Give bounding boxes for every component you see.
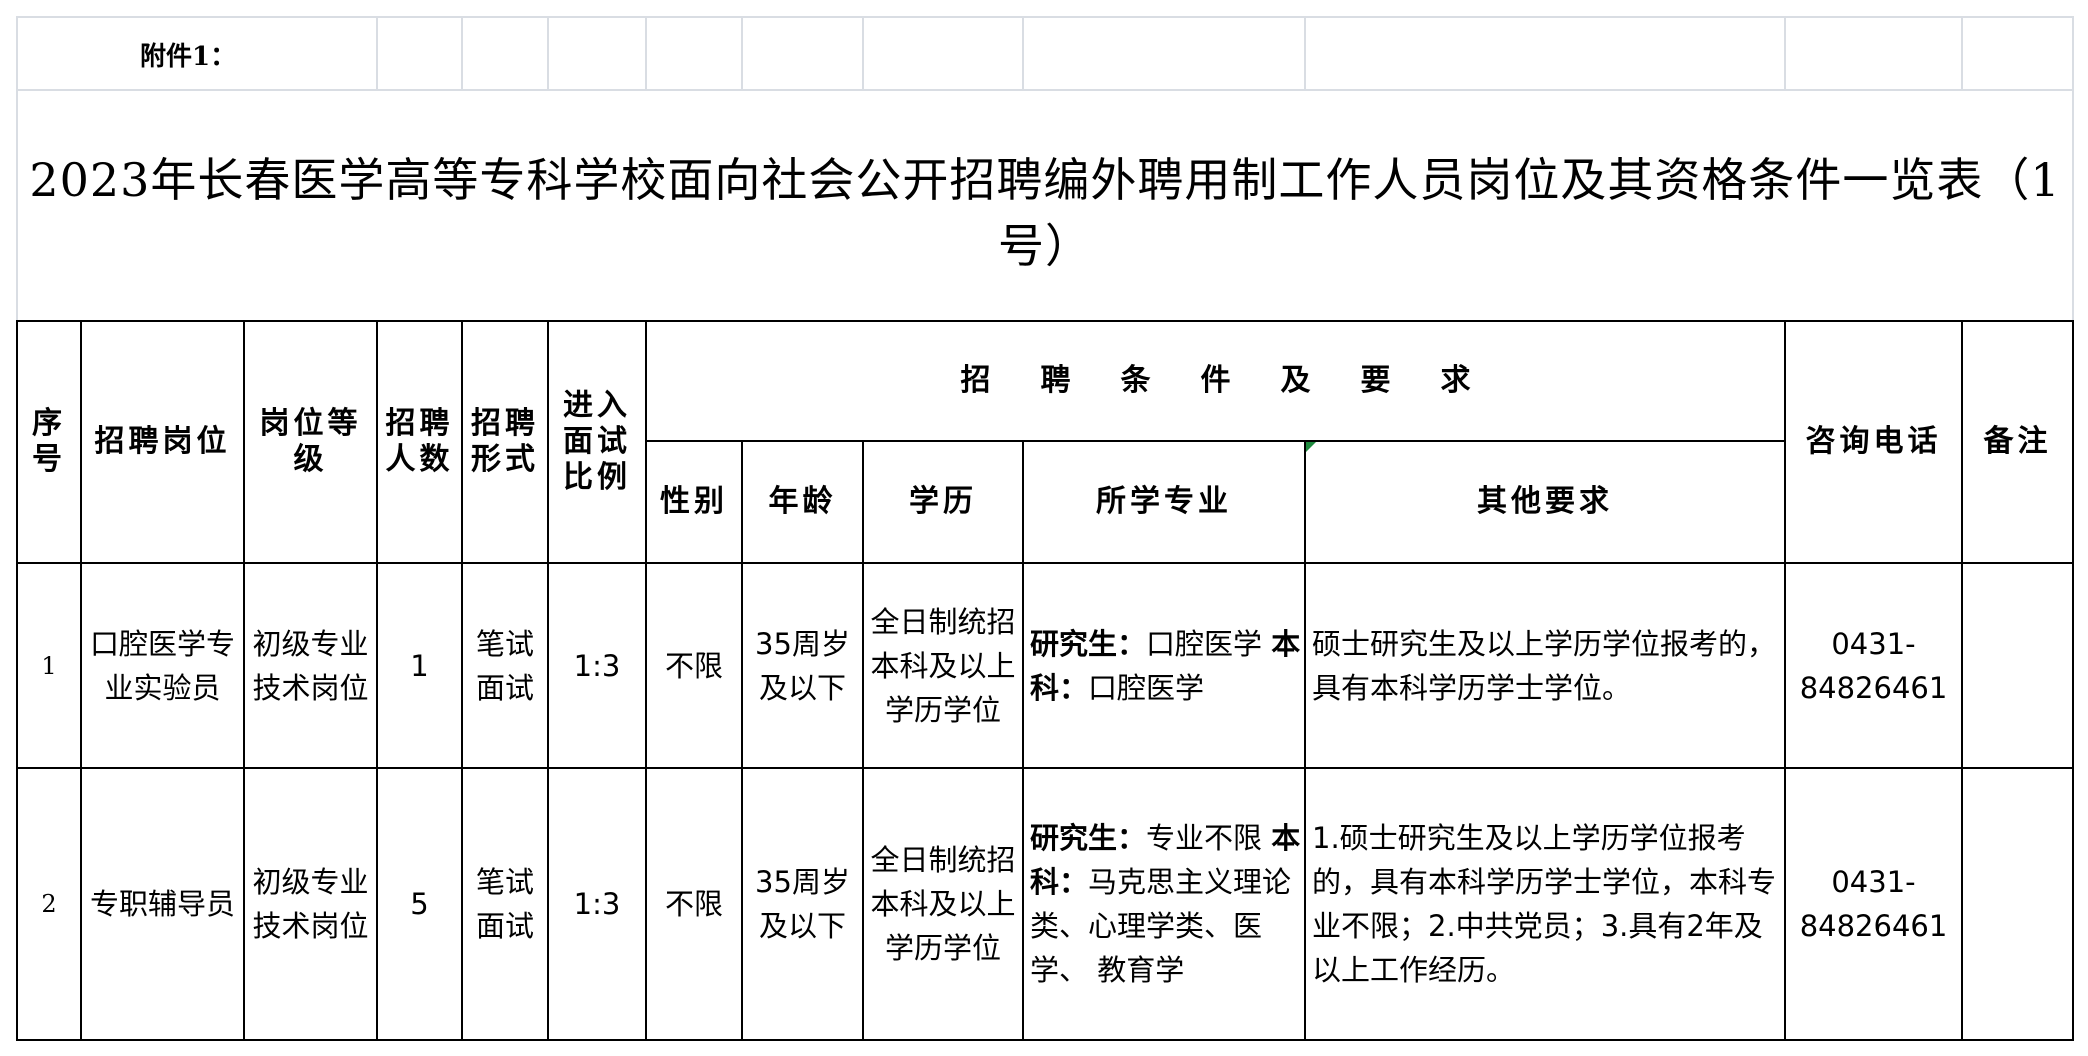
grid-line [376,16,378,90]
row1-gender: 不限 [664,648,723,683]
attachment-label: 附件1： [140,41,237,72]
row2-education: 全日制统招本科及以上学历学位 [870,843,1016,965]
row2-phone: 0431-84826461 [1799,865,1948,943]
row1-phone: 0431-84826461 [1799,626,1948,705]
row2-level: 初级专业技术岗位 [252,865,369,943]
row2-gender: 不限 [664,887,723,921]
grid-line [1022,16,1024,90]
header-count: 招聘人数 [385,406,454,477]
row1-ratio: 1:3 [573,648,621,683]
row2-form: 笔试面试 [475,865,534,943]
header-education: 学历 [909,484,977,519]
row2-major: 研究生：专业不限 本科：马克思主义理论 类、心理学类、医学、 教育学 [1030,821,1301,987]
header-position: 招聘岗位 [94,424,231,459]
row1-major: 研究生：口腔医学 本科：口腔医学 [1030,626,1301,705]
header-seq: 序号 [32,406,66,477]
grid-line [741,16,743,90]
row1-count: 1 [410,648,429,683]
header-remark: 备注 [1983,424,2052,459]
row2-count: 5 [410,887,429,921]
row2-position: 专职辅导员 [89,887,235,921]
grid-line [461,16,463,90]
row2-age: 35周岁及以下 [755,865,850,943]
header-phone: 咨询电话 [1805,424,1942,459]
row2-seq: 2 [41,890,57,918]
grid-line [16,89,2074,91]
header-major: 所学专业 [1096,484,1232,519]
grid-line [1961,16,1963,90]
grid-line [2072,16,2074,321]
row1-level: 初级专业技术岗位 [252,626,369,705]
table-border [2072,320,2074,1041]
header-ratio: 进入面试比例 [563,388,631,495]
row1-position: 口腔医学专业实验员 [89,626,235,705]
row1-age: 35周岁及以下 [755,626,850,705]
header-form: 招聘形式 [471,406,539,477]
row1-remark [1963,564,2072,767]
header-gender: 性别 [660,484,728,519]
row1-form: 笔试面试 [475,626,534,705]
header-other: 其他要求 [1477,484,1613,519]
header-conditions: 招聘条件及要求 [960,363,1521,398]
grid-line [645,16,647,90]
row2-remark [1963,769,2072,1039]
header-level: 岗位等级 [259,406,362,477]
row1-other: 硕士研究生及以上学历学位报考的，具有本科学历学士学位。 [1312,626,1777,705]
row1-seq: 1 [41,651,57,680]
grid-line [1304,16,1306,90]
grid-line [1784,16,1786,90]
row2-other: 1.硕士研究生及以上学历学位报考的，具有本科学历学士学位，本科专业不限；2.中共… [1312,821,1777,987]
table-border [16,1039,2074,1041]
row1-education: 全日制统招本科及以上学历学位 [870,604,1016,727]
row2-ratio: 1:3 [573,887,621,921]
grid-line [16,16,2074,18]
grid-line [862,16,864,90]
page-title: 2023年长春医学高等专科学校面向社会公开招聘编外聘用制工作人员岗位及其资格条件… [29,153,2061,273]
grid-line [547,16,549,90]
header-age: 年龄 [768,484,837,519]
